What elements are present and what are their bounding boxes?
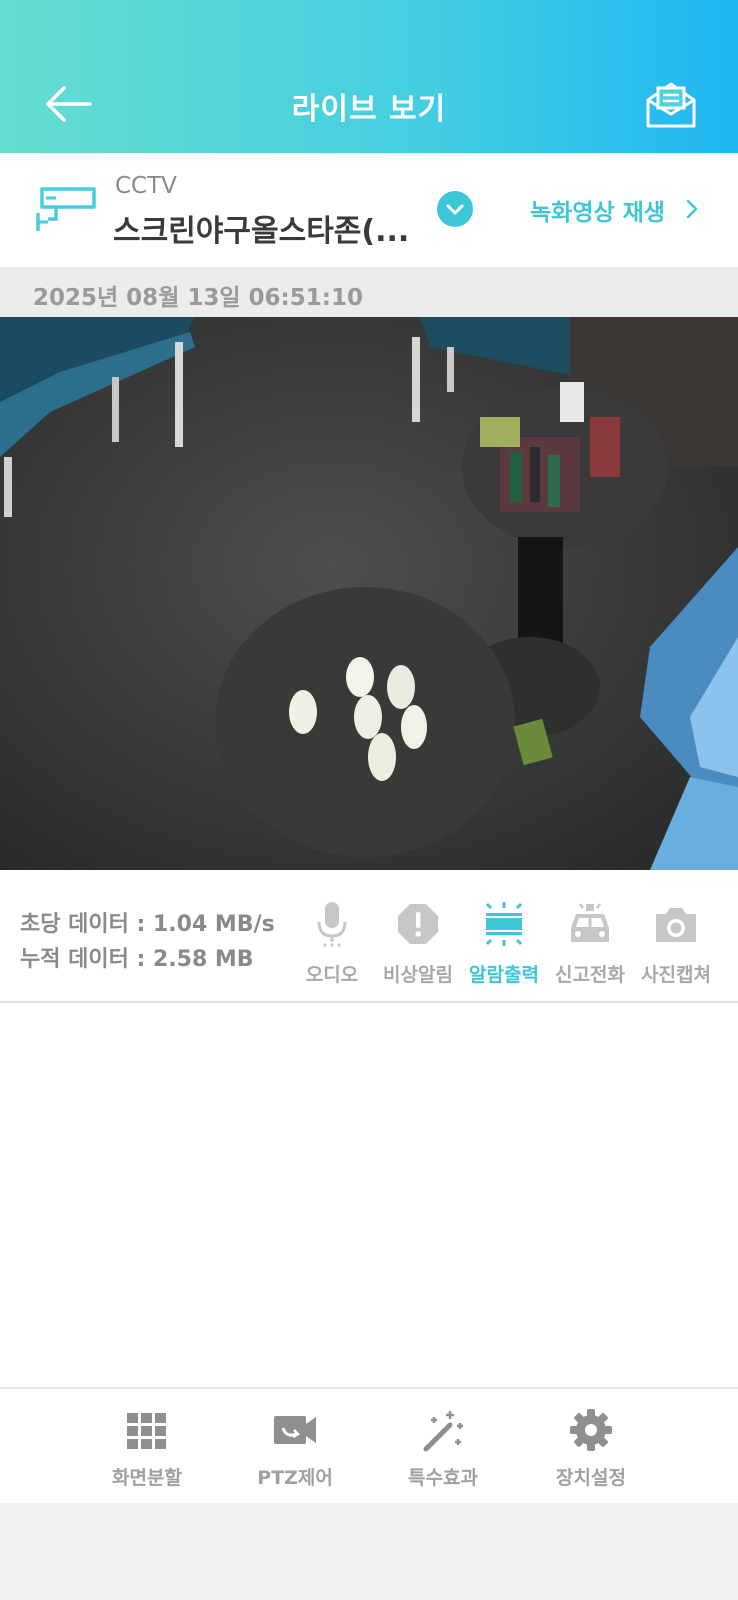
- audio-button[interactable]: 오디오: [290, 900, 374, 990]
- emergency-alert-button[interactable]: 비상알림: [376, 900, 460, 990]
- emergency-alert-label: 비상알림: [383, 964, 453, 986]
- split-screen-label: 화면분할: [112, 1467, 182, 1489]
- timestamp: 2025년 08월 13일 06:51:10: [33, 285, 363, 311]
- mail-open-icon: [646, 82, 696, 128]
- live-video-feed[interactable]: [0, 317, 738, 870]
- report-call-label: 신고전화: [555, 964, 625, 986]
- cctv-camera-icon: [36, 187, 96, 231]
- ptz-camera-icon: [274, 1416, 316, 1444]
- report-call-button[interactable]: 신고전화: [548, 900, 632, 990]
- recording-replay-link[interactable]: 녹화영상 재생: [530, 193, 665, 227]
- chevron-down-icon: [446, 204, 464, 215]
- device-settings-button[interactable]: 장치설정: [536, 1407, 646, 1493]
- gear-icon: [570, 1409, 612, 1451]
- special-effects-button[interactable]: 특수효과: [388, 1407, 498, 1493]
- audio-label: 오디오: [305, 964, 359, 986]
- chevron-right-icon[interactable]: [684, 197, 700, 221]
- data-rate: 초당 데이터 : 1.04 MB/s: [20, 912, 275, 937]
- content-area: [0, 1003, 738, 1387]
- bottom-toolbar: 화면분할 PTZ제어 특수효과 장치설정: [0, 1387, 738, 1503]
- camera-type-label: CCTV: [115, 173, 177, 199]
- stream-info-bar: 초당 데이터 : 1.04 MB/s 누적 데이터 : 2.58 MB 오디오 …: [0, 870, 738, 1003]
- camera-selector-bar: CCTV 스크린야구올스타존(... 녹화영상 재생: [0, 153, 738, 267]
- page-title: 라이브 보기: [291, 92, 447, 127]
- split-screen-button[interactable]: 화면분할: [92, 1407, 202, 1493]
- device-settings-label: 장치설정: [556, 1467, 626, 1489]
- magic-wand-icon: [423, 1411, 463, 1452]
- grid-icon: [127, 1413, 166, 1449]
- alarm-output-icon: [485, 902, 523, 946]
- message-button[interactable]: [644, 80, 698, 130]
- camera-name: 스크린야구올스타존(...: [113, 214, 410, 249]
- ptz-control-button[interactable]: PTZ제어: [240, 1407, 350, 1493]
- ptz-control-label: PTZ제어: [257, 1467, 333, 1489]
- camera-dropdown-button[interactable]: [437, 191, 473, 227]
- app-header: 라이브 보기: [0, 0, 738, 153]
- video-frame-image: [0, 317, 738, 870]
- police-car-icon: [571, 903, 609, 942]
- alert-icon: [398, 904, 438, 944]
- photo-capture-button[interactable]: 사진캡쳐: [634, 900, 718, 990]
- microphone-icon: [317, 902, 347, 947]
- photo-capture-label: 사진캡쳐: [641, 964, 711, 986]
- timestamp-bar: 2025년 08월 13일 06:51:10: [0, 267, 738, 317]
- special-effects-label: 특수효과: [408, 1467, 478, 1489]
- data-total: 누적 데이터 : 2.58 MB: [20, 947, 254, 972]
- alarm-output-label: 알람출력: [469, 964, 539, 986]
- camera-icon: [656, 908, 696, 942]
- alarm-output-button[interactable]: 알람출력: [462, 900, 546, 990]
